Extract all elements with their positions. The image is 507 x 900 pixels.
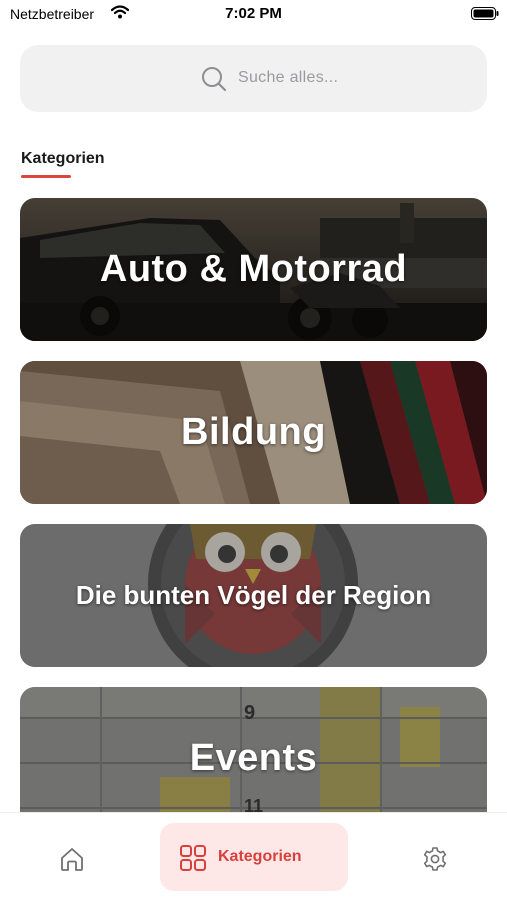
category-title: Auto & Motorrad	[99, 248, 408, 290]
category-title: Bildung	[181, 411, 326, 453]
category-card-voegel[interactable]: Die bunten Vögel der Region	[20, 524, 487, 667]
category-card-auto[interactable]: Auto & Motorrad	[20, 198, 487, 341]
category-card-bildung[interactable]: Bildung	[20, 361, 487, 504]
app-screen: Netzbetreiber 7:02 PM Suche alles... Kat…	[0, 0, 507, 900]
category-list: Auto & Motorrad Bildung Die bunten Vögel…	[0, 0, 507, 812]
tab-kategorien-label: Kategorien	[218, 848, 302, 865]
category-title: Events	[189, 737, 318, 779]
tab-kategorien[interactable]: Kategorien	[160, 823, 348, 891]
tab-settings[interactable]	[415, 839, 455, 879]
gear-icon	[423, 847, 447, 871]
tab-home[interactable]	[52, 839, 92, 879]
grid-icon	[180, 845, 206, 871]
category-card-events[interactable]: 9 11 Events	[20, 687, 487, 812]
category-title: Die bunten Vögel der Region	[75, 580, 432, 610]
home-icon	[61, 848, 83, 871]
tab-bar: Kategorien	[0, 812, 507, 900]
